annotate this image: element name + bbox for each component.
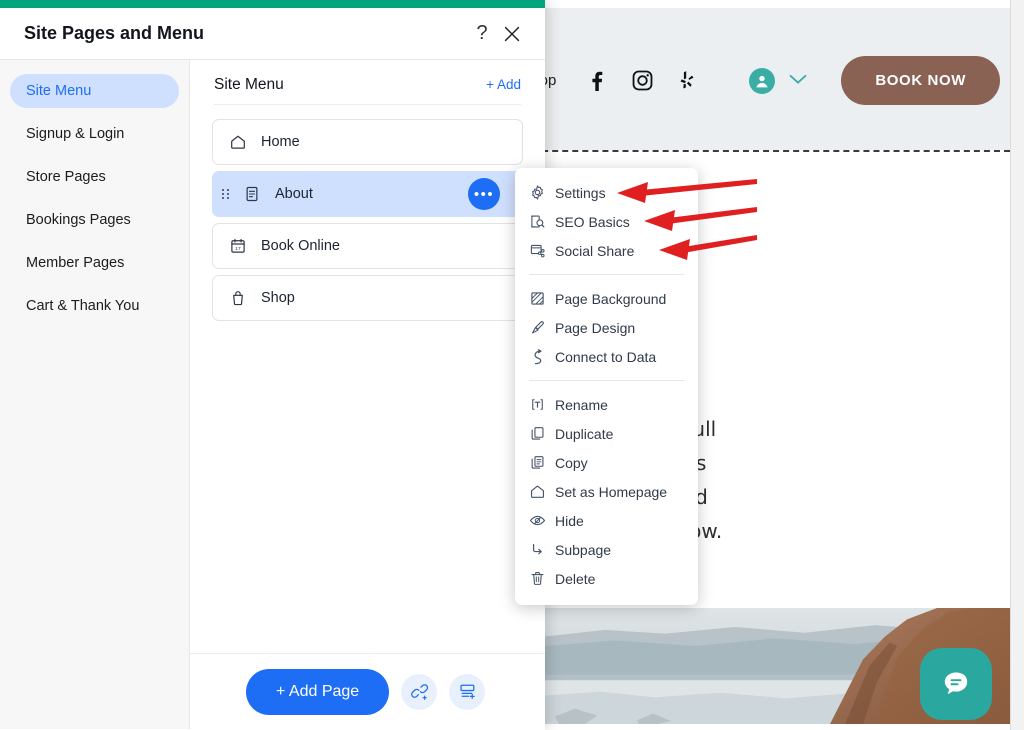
pages-list: Home About ••• 17 Book Online Shop	[190, 105, 545, 653]
ctx-item-label: Page Background	[555, 290, 667, 307]
page-title: Site Pages and Menu	[24, 23, 205, 43]
shopping-bag-icon	[227, 289, 249, 307]
ctx-item-label: Copy	[555, 454, 588, 471]
book-now-button[interactable]: BOOK NOW	[841, 56, 1000, 105]
close-icon[interactable]	[497, 19, 527, 49]
add-page-button[interactable]: + Add Page	[246, 668, 390, 715]
page-row-shop[interactable]: Shop	[212, 275, 523, 321]
page-row-label: Book Online	[261, 238, 340, 254]
ctx-item-label: Duplicate	[555, 425, 614, 442]
ctx-item-label: Social Share	[555, 242, 635, 259]
ctx-item-delete[interactable]: Delete	[515, 564, 698, 593]
dialog-header: Site Pages and Menu ?	[0, 8, 545, 60]
sidebar-item-bookings-pages[interactable]: Bookings Pages	[10, 203, 179, 237]
ctx-item-hide[interactable]: Hide	[515, 506, 698, 535]
duplicate-icon	[529, 425, 555, 442]
ctx-item-subpage[interactable]: Subpage	[515, 535, 698, 564]
sidebar-item-store-pages[interactable]: Store Pages	[10, 160, 179, 194]
ctx-item-seo-basics[interactable]: SEO Basics	[515, 207, 698, 236]
instagram-icon[interactable]	[632, 70, 653, 91]
ctx-item-label: Delete	[555, 570, 596, 587]
home-icon	[227, 133, 249, 151]
copy-icon	[529, 454, 555, 471]
ctx-item-label: Hide	[555, 512, 584, 529]
ctx-item-label: Page Design	[555, 319, 636, 336]
ctx-item-label: Subpage	[555, 541, 612, 558]
page-row-label: Shop	[261, 290, 295, 306]
screenshot-root: Online Shop	[0, 0, 1024, 730]
chevron-down-icon[interactable]	[789, 72, 807, 90]
drag-handle-icon[interactable]	[222, 189, 229, 199]
eye-hide-icon	[529, 512, 555, 529]
home-icon	[529, 483, 555, 500]
browser-page-edge	[1010, 0, 1024, 730]
ctx-item-rename[interactable]: Rename	[515, 390, 698, 419]
document-icon	[241, 185, 263, 203]
dialog-accent-bar	[0, 0, 545, 8]
svg-text:17: 17	[235, 246, 241, 252]
site-account-control[interactable]	[749, 67, 807, 94]
pages-panel-footer: + Add Page	[190, 653, 545, 729]
connect-data-icon	[529, 348, 555, 365]
page-more-options-button[interactable]: •••	[468, 178, 500, 210]
sidebar-item-site-menu[interactable]: Site Menu	[10, 74, 179, 108]
help-icon[interactable]: ?	[467, 19, 497, 49]
dialog-body: Site Menu Signup & Login Store Pages Boo…	[0, 60, 545, 729]
ctx-item-label: Connect to Data	[555, 348, 657, 365]
ctx-item-page-design[interactable]: Page Design	[515, 313, 698, 342]
ctx-item-set-as-homepage[interactable]: Set as Homepage	[515, 477, 698, 506]
ctx-item-label: Rename	[555, 396, 608, 413]
pages-panel-header: Site Menu + Add	[190, 60, 545, 104]
sidebar-item-member-pages[interactable]: Member Pages	[10, 246, 179, 280]
ctx-item-duplicate[interactable]: Duplicate	[515, 419, 698, 448]
ctx-divider	[529, 274, 684, 275]
pages-panel-title: Site Menu	[214, 76, 284, 93]
ctx-item-label: Set as Homepage	[555, 483, 668, 500]
facebook-icon[interactable]	[586, 70, 606, 92]
seo-search-icon	[529, 213, 555, 230]
page-row-about[interactable]: About •••	[212, 171, 523, 217]
paintbrush-icon	[529, 319, 555, 336]
ctx-item-page-background[interactable]: Page Background	[515, 284, 698, 313]
add-section-icon[interactable]	[449, 673, 486, 710]
chat-bubble-icon	[944, 672, 968, 695]
background-hatch-icon	[529, 290, 555, 307]
page-context-menu: Settings SEO Basics Social Share Page Ba…	[515, 168, 698, 605]
ctx-item-social-share[interactable]: Social Share	[515, 236, 698, 265]
ctx-item-settings[interactable]: Settings	[515, 178, 698, 207]
sidebar-item-signup-login[interactable]: Signup & Login	[10, 117, 179, 151]
add-link-icon[interactable]	[401, 673, 438, 710]
ctx-divider	[529, 380, 684, 381]
page-row-book-online[interactable]: 17 Book Online	[212, 223, 523, 269]
social-share-icon	[529, 242, 555, 259]
add-menu-item-link[interactable]: + Add	[486, 77, 521, 92]
rename-text-icon	[529, 396, 555, 413]
pages-panel: Site Menu + Add Home About ••• 17 Book O…	[190, 60, 545, 729]
ctx-item-label: SEO Basics	[555, 213, 630, 230]
calendar-icon: 17	[227, 237, 249, 255]
dialog-sidebar: Site Menu Signup & Login Store Pages Boo…	[0, 60, 190, 729]
gear-icon	[529, 184, 555, 201]
yelp-icon[interactable]	[679, 70, 695, 91]
page-row-home[interactable]: Home	[212, 119, 523, 165]
site-pages-dialog: Site Pages and Menu ? Site Menu Signup &…	[0, 0, 545, 730]
ctx-item-copy[interactable]: Copy	[515, 448, 698, 477]
trash-icon	[529, 570, 555, 587]
subpage-arrow-icon	[529, 541, 555, 558]
sidebar-item-cart-thank-you[interactable]: Cart & Thank You	[10, 289, 179, 323]
ctx-item-label: Settings	[555, 184, 606, 201]
user-avatar-icon	[749, 67, 776, 94]
chat-widget-button[interactable]	[920, 648, 992, 720]
ctx-item-connect-to-data[interactable]: Connect to Data	[515, 342, 698, 371]
page-row-label: About	[275, 186, 313, 202]
page-row-label: Home	[261, 134, 300, 150]
